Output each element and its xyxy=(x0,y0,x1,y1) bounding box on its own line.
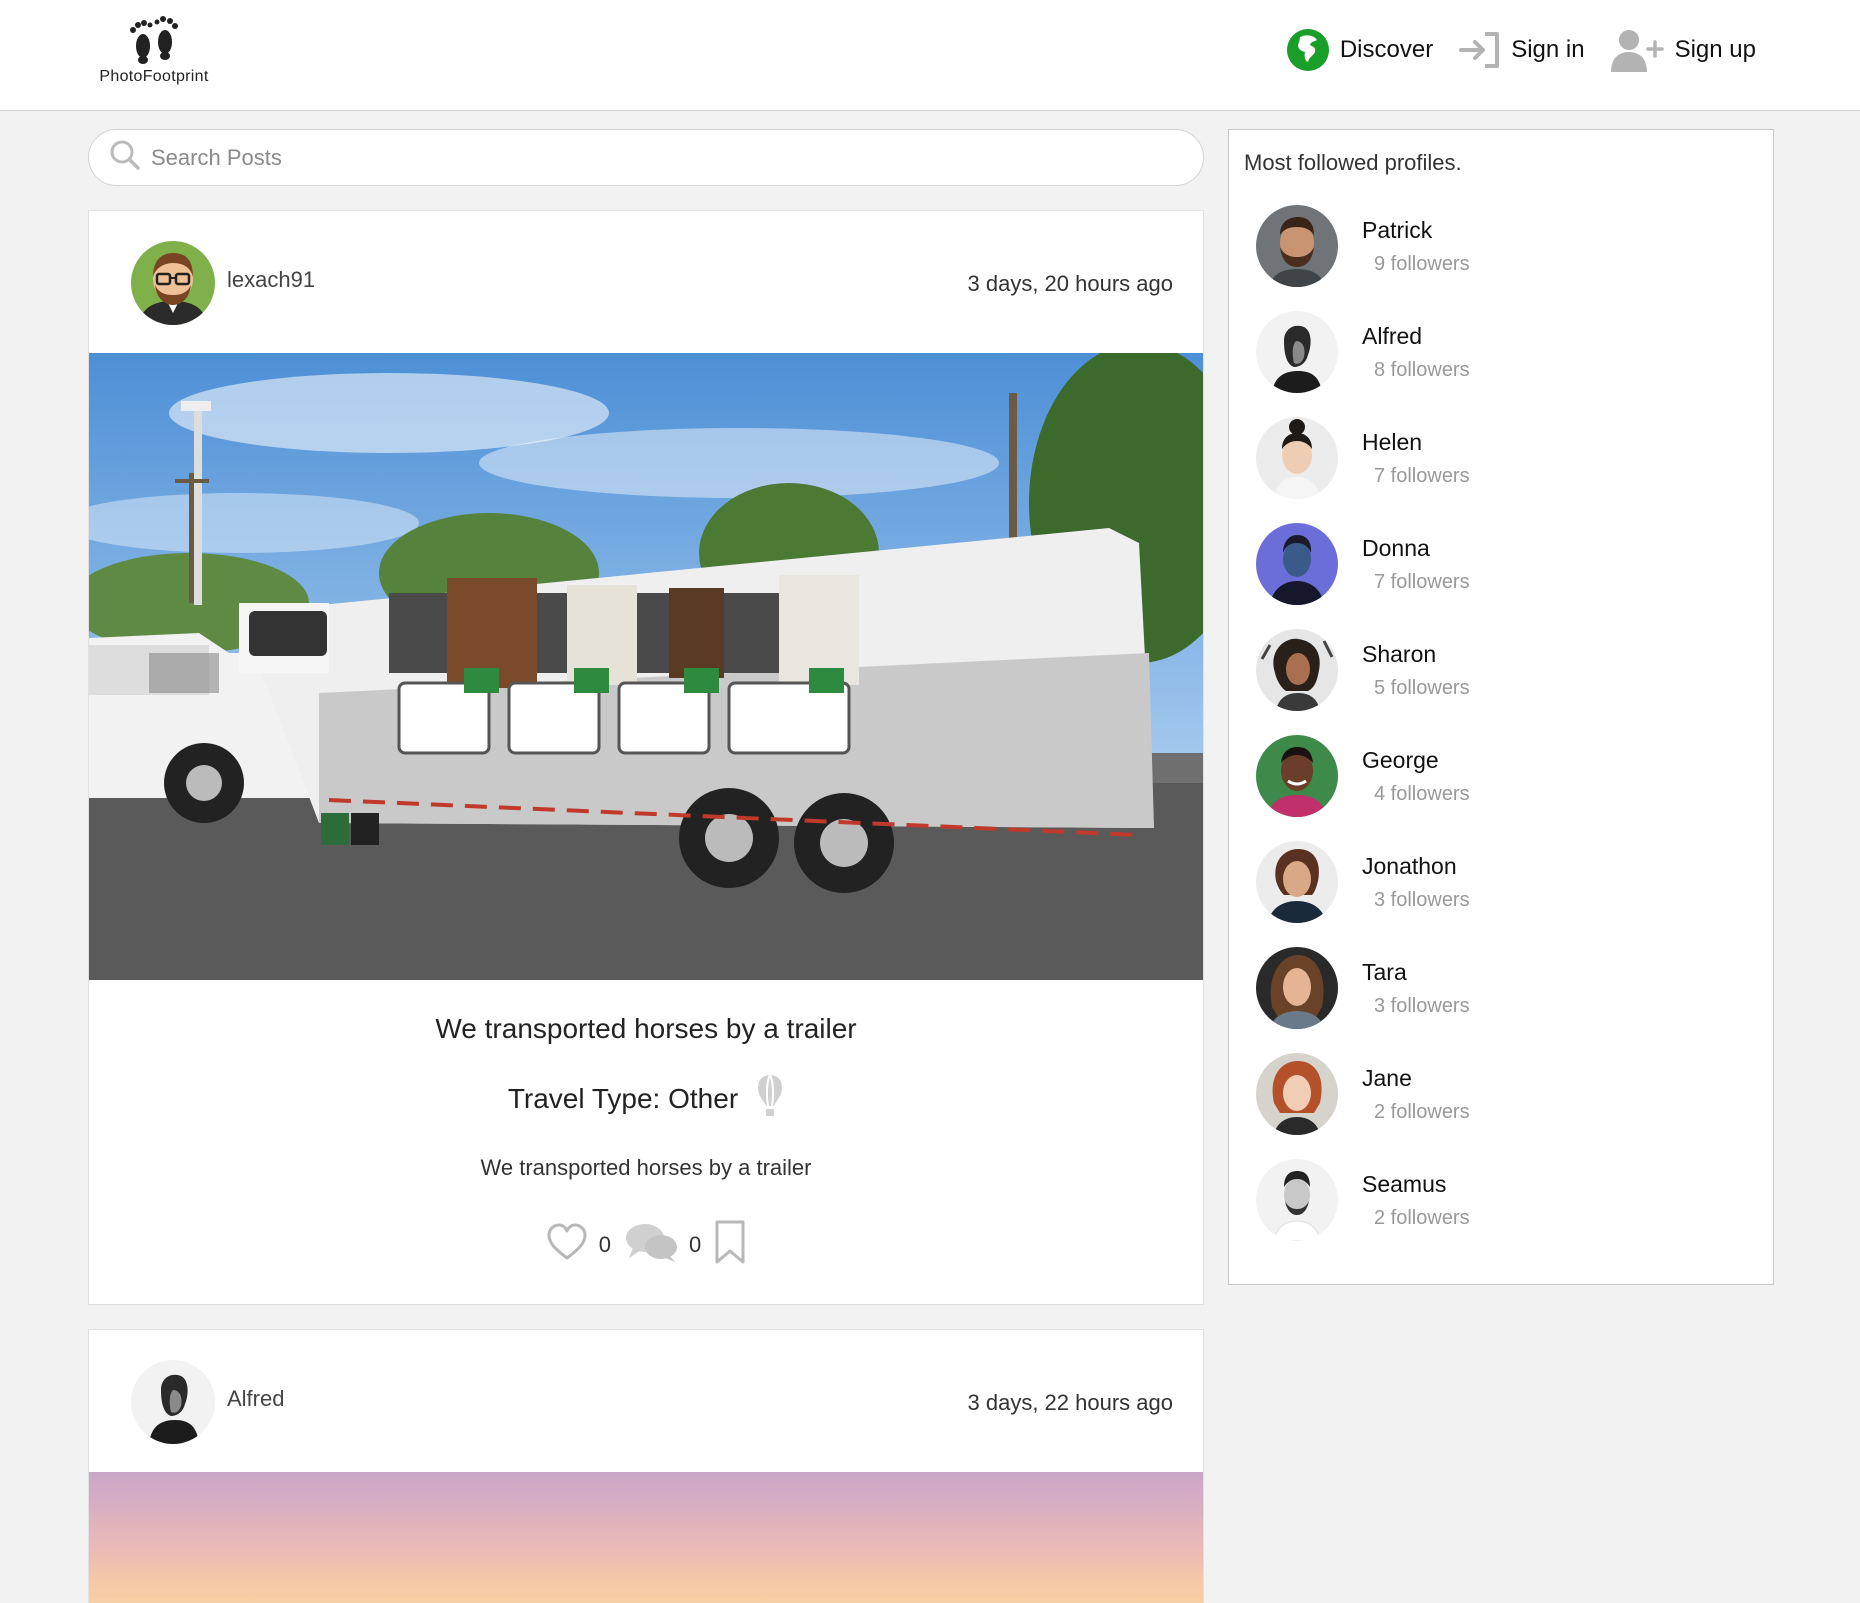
profile-item[interactable]: Donna 7 followers xyxy=(1256,523,1756,613)
comments-icon[interactable] xyxy=(623,1220,679,1270)
sidebar-title: Most followed profiles. xyxy=(1244,150,1462,175)
avatar[interactable] xyxy=(1256,947,1338,1029)
globe-icon xyxy=(1286,28,1330,72)
post-username[interactable]: lexach91 xyxy=(227,267,315,293)
heart-icon[interactable] xyxy=(545,1222,589,1268)
search-input[interactable] xyxy=(151,144,1151,171)
nav-sign-in-label: Sign in xyxy=(1511,36,1585,63)
profile-item[interactable]: Patrick 9 followers xyxy=(1256,205,1756,295)
profile-item[interactable]: Jonathon 3 followers xyxy=(1256,841,1756,931)
profile-name[interactable]: Helen xyxy=(1362,429,1422,456)
post-timestamp: 3 days, 22 hours ago xyxy=(967,1390,1173,1415)
nav-links: Discover Sign in Sign up xyxy=(1262,28,1756,72)
search-bar xyxy=(88,129,1204,186)
profile-name[interactable]: Jane xyxy=(1362,1065,1412,1092)
nav-discover[interactable]: Discover xyxy=(1286,28,1433,72)
post-timestamp: 3 days, 20 hours ago xyxy=(967,271,1173,296)
avatar[interactable] xyxy=(1256,1053,1338,1135)
profile-item[interactable]: Seamus 2 followers xyxy=(1256,1159,1756,1249)
post-image[interactable] xyxy=(89,353,1203,980)
search-icon xyxy=(109,139,141,176)
post-image[interactable] xyxy=(89,1472,1203,1603)
profile-item[interactable]: Helen 7 followers xyxy=(1256,417,1756,507)
avatar[interactable] xyxy=(1256,841,1338,923)
profile-followers: 8 followers xyxy=(1374,359,1470,381)
profile-item[interactable]: Jane 2 followers xyxy=(1256,1053,1756,1143)
post-card: lexach91 3 days, 20 hours ago We transpo… xyxy=(88,210,1204,1305)
most-followed-sidebar: Most followed profiles. Patrick 9 follow… xyxy=(1228,129,1774,1285)
avatar[interactable] xyxy=(1256,205,1338,287)
like-count: 0 xyxy=(598,1232,611,1257)
profile-name[interactable]: Tara xyxy=(1362,959,1407,986)
post-header: lexach91 3 days, 20 hours ago xyxy=(89,211,1203,353)
post-title: We transported horses by a trailer xyxy=(435,1013,857,1044)
nav-discover-label: Discover xyxy=(1339,36,1434,63)
post-actions: 0 0 xyxy=(89,1219,1203,1271)
avatar[interactable] xyxy=(131,241,215,325)
profile-followers: 7 followers xyxy=(1374,571,1470,593)
profile-item[interactable]: Alfred 8 followers xyxy=(1256,311,1756,401)
profile-followers: 9 followers xyxy=(1374,253,1470,275)
profile-item[interactable]: George 4 followers xyxy=(1256,735,1756,825)
nav-sign-up-label: Sign up xyxy=(1674,36,1756,63)
avatar[interactable] xyxy=(1256,1159,1338,1241)
profile-followers: 2 followers xyxy=(1374,1207,1470,1229)
avatar[interactable] xyxy=(1256,311,1338,393)
travel-type-label: Travel Type: Other xyxy=(507,1082,739,1114)
travel-type: Travel Type: Other xyxy=(89,1073,1203,1124)
profile-item[interactable]: Tara 3 followers xyxy=(1256,947,1756,1037)
nav-sign-in[interactable]: Sign in xyxy=(1457,30,1585,70)
post-card: Alfred 3 days, 22 hours ago xyxy=(88,1329,1204,1603)
hot-air-balloon-icon xyxy=(756,1073,784,1124)
profile-followers: 4 followers xyxy=(1374,783,1470,805)
profile-followers: 3 followers xyxy=(1374,889,1470,911)
profile-name[interactable]: Sharon xyxy=(1362,641,1436,668)
profile-item[interactable]: Sharon 5 followers xyxy=(1256,629,1756,719)
top-navbar: PhotoFootprint Discover Sign in Sign up xyxy=(0,0,1860,111)
sign-in-icon xyxy=(1457,30,1501,70)
profile-followers: 2 followers xyxy=(1374,1101,1470,1123)
post-description: We transported horses by a trailer xyxy=(480,1155,812,1180)
avatar[interactable] xyxy=(131,1360,215,1444)
nav-sign-up[interactable]: Sign up xyxy=(1609,28,1756,72)
profile-name[interactable]: Seamus xyxy=(1362,1171,1446,1198)
avatar[interactable] xyxy=(1256,523,1338,605)
add-user-icon xyxy=(1609,28,1665,72)
profile-name[interactable]: Alfred xyxy=(1362,323,1422,350)
profile-followers: 5 followers xyxy=(1374,677,1470,699)
profile-name[interactable]: Jonathon xyxy=(1362,853,1457,880)
profile-followers: 7 followers xyxy=(1374,465,1470,487)
profile-name[interactable]: Donna xyxy=(1362,535,1430,562)
footprints-icon xyxy=(130,16,178,64)
avatar[interactable] xyxy=(1256,417,1338,499)
post-header: Alfred 3 days, 22 hours ago xyxy=(89,1330,1203,1472)
logo-text: PhotoFootprint xyxy=(99,68,209,85)
comment-count: 0 xyxy=(689,1232,702,1257)
profile-name[interactable]: George xyxy=(1362,747,1439,774)
logo[interactable]: PhotoFootprint xyxy=(98,16,210,86)
avatar[interactable] xyxy=(1256,735,1338,817)
profile-name[interactable]: Patrick xyxy=(1362,217,1432,244)
post-username[interactable]: Alfred xyxy=(227,1386,284,1412)
avatar[interactable] xyxy=(1256,629,1338,711)
profile-followers: 3 followers xyxy=(1374,995,1470,1017)
bookmark-icon[interactable] xyxy=(713,1219,747,1271)
